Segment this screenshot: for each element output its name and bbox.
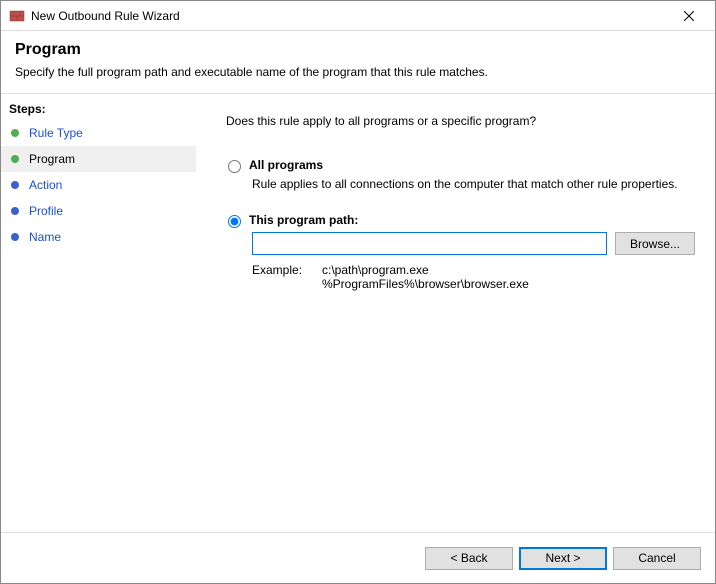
wizard-body: Steps: Rule Type Program Action Profile … xyxy=(1,93,715,533)
page-title: Program xyxy=(15,41,701,59)
radio-path-input[interactable] xyxy=(228,215,241,228)
back-button[interactable]: < Back xyxy=(425,547,513,570)
bullet-icon xyxy=(11,233,19,241)
step-profile[interactable]: Profile xyxy=(1,198,196,224)
step-label: Name xyxy=(29,230,61,244)
bullet-icon xyxy=(11,129,19,137)
radio-all-label: All programs xyxy=(249,158,323,172)
step-label: Action xyxy=(29,178,62,192)
example-text: c:\path\program.exe %ProgramFiles%\brows… xyxy=(322,263,529,291)
content-question: Does this rule apply to all programs or … xyxy=(226,114,695,128)
wizard-header: Program Specify the full program path an… xyxy=(1,31,715,93)
program-path-input[interactable] xyxy=(252,232,607,255)
steps-sidebar: Steps: Rule Type Program Action Profile … xyxy=(1,94,196,532)
radio-all-input[interactable] xyxy=(228,160,241,173)
firewall-icon xyxy=(9,8,25,24)
example-label: Example: xyxy=(252,263,322,291)
window-title: New Outbound Rule Wizard xyxy=(31,9,666,23)
close-icon xyxy=(684,11,694,21)
browse-button[interactable]: Browse... xyxy=(615,232,695,255)
radio-all-desc: Rule applies to all connections on the c… xyxy=(252,177,695,191)
wizard-footer: < Back Next > Cancel xyxy=(1,533,715,583)
cancel-button[interactable]: Cancel xyxy=(613,547,701,570)
page-subtitle: Specify the full program path and execut… xyxy=(15,65,701,79)
titlebar: New Outbound Rule Wizard xyxy=(1,1,715,31)
step-rule-type[interactable]: Rule Type xyxy=(1,120,196,146)
radio-program-path[interactable]: This program path: xyxy=(228,213,695,228)
step-program[interactable]: Program xyxy=(1,146,196,172)
wizard-window: New Outbound Rule Wizard Program Specify… xyxy=(0,0,716,584)
path-row: Browse... xyxy=(252,232,695,255)
radio-all-programs[interactable]: All programs xyxy=(228,158,695,173)
bullet-icon xyxy=(11,207,19,215)
example-row: Example: c:\path\program.exe %ProgramFil… xyxy=(252,263,695,291)
bullet-icon xyxy=(11,181,19,189)
bullet-icon xyxy=(11,155,19,163)
wizard-content: Does this rule apply to all programs or … xyxy=(196,94,715,532)
step-label: Rule Type xyxy=(29,126,83,140)
radio-group: All programs Rule applies to all connect… xyxy=(228,158,695,291)
close-button[interactable] xyxy=(666,1,711,30)
step-name[interactable]: Name xyxy=(1,224,196,250)
steps-heading: Steps: xyxy=(1,98,196,120)
step-label: Profile xyxy=(29,204,63,218)
next-button[interactable]: Next > xyxy=(519,547,607,570)
radio-path-label: This program path: xyxy=(249,213,358,227)
step-action[interactable]: Action xyxy=(1,172,196,198)
step-label: Program xyxy=(29,152,75,166)
